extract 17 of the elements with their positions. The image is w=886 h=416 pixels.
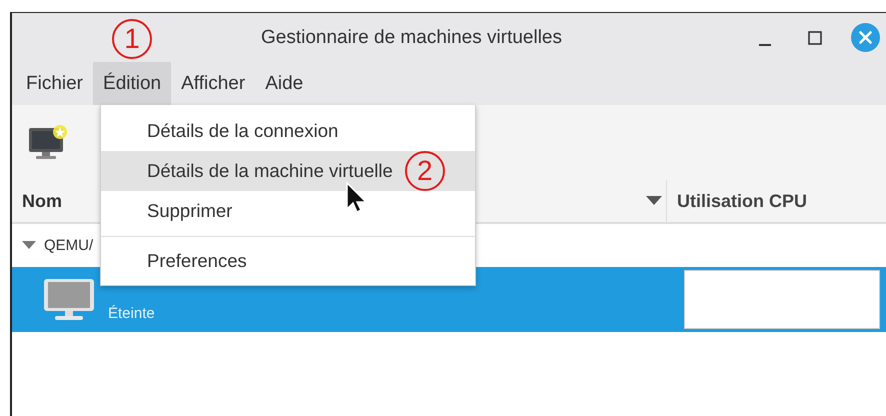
monitor-icon <box>42 276 96 322</box>
annotation-number: 2 <box>404 151 445 191</box>
menu-entry[interactable]: Supprimer <box>101 191 475 231</box>
column-header[interactable]: Utilisation CPU <box>667 180 808 222</box>
menu-entry[interactable]: Détails de la machine virtuelle 2 <box>101 151 475 191</box>
menu-item[interactable]: Afficher <box>171 62 256 105</box>
menu-item[interactable]: Fichier <box>16 62 94 105</box>
menu-entry[interactable]: Détails de la connexion <box>101 111 475 151</box>
group-label: QEMU/ <box>44 237 94 254</box>
close-icon[interactable] <box>851 23 880 52</box>
sort-arrow-icon <box>646 196 662 206</box>
vm-status: Éteinte <box>108 305 156 322</box>
annotation-number: 1 <box>112 19 152 59</box>
menu-item[interactable]: Aide <box>255 62 314 105</box>
expander-down-icon[interactable] <box>22 241 36 250</box>
window-title: Gestionnaire de machines virtuelles <box>261 26 562 48</box>
new-monitor-icon[interactable] <box>28 124 68 162</box>
